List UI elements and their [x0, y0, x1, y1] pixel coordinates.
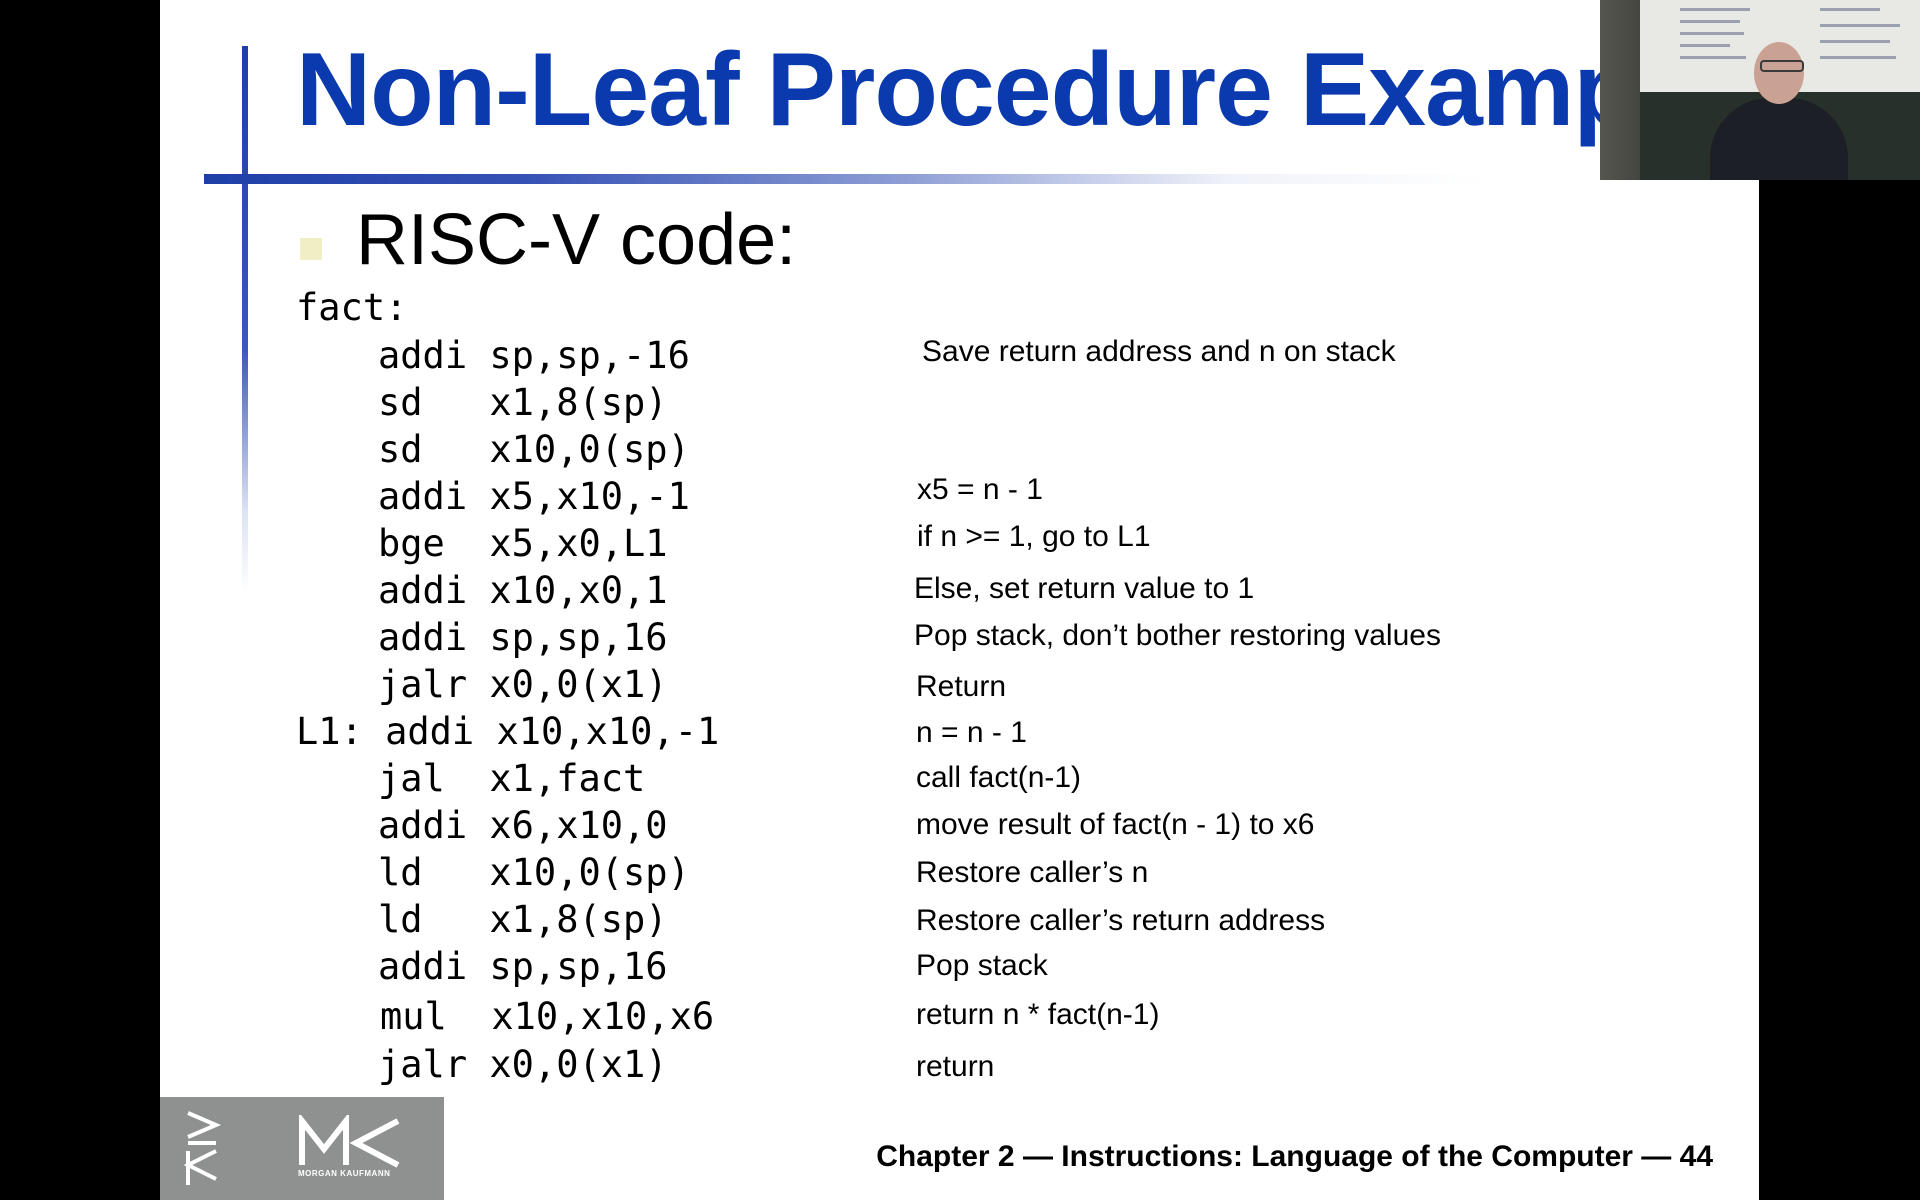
- code-line-5: bge x5,x0,L1: [378, 522, 668, 565]
- comment-line-7: Pop stack, don’t bother restoring values: [914, 619, 1441, 652]
- mk-vertical-icon: [183, 1111, 222, 1185]
- code-line-13: ld x1,8(sp): [378, 898, 668, 941]
- code-line-12: ld x10,0(sp): [378, 851, 690, 894]
- comment-line-4: x5 = n - 1: [917, 473, 1043, 506]
- comment-line-9: n = n - 1: [916, 716, 1027, 749]
- code-line-2: sd x1,8(sp): [378, 381, 668, 424]
- comment-line-12: Restore caller’s n: [916, 856, 1149, 889]
- presenter-head: [1754, 42, 1804, 104]
- comment-line-6: Else, set return value to 1: [914, 572, 1255, 605]
- comment-line-10: call fact(n-1): [916, 761, 1082, 794]
- comment-line-14: Pop stack: [916, 949, 1048, 982]
- comment-line-1: Save return address and n on stack: [922, 335, 1396, 368]
- code-line-1: addi sp,sp,-16: [378, 334, 690, 377]
- code-line-8: jalr x0,0(x1): [378, 663, 668, 706]
- comment-line-8: Return: [916, 670, 1007, 703]
- publisher-logo: MORGAN KAUFMANN: [160, 1097, 444, 1200]
- video-board-text: [1820, 24, 1900, 27]
- comment-line-5: if n >= 1, go to L1: [917, 520, 1151, 553]
- video-board-text: [1820, 8, 1880, 11]
- comment-line-11: move result of fact(n - 1) to x6: [916, 808, 1315, 841]
- bullet-heading: RISC-V code:: [356, 200, 797, 280]
- comment-line-13: Restore caller’s return address: [916, 904, 1326, 937]
- presenter-glasses: [1760, 60, 1804, 72]
- code-line-4: addi x5,x10,-1: [378, 475, 690, 518]
- video-board-text: [1820, 40, 1890, 43]
- code-line-9-text: addi x10,x10,-1: [385, 710, 720, 753]
- code-line-3: sd x10,0(sp): [378, 428, 690, 471]
- code-line-9: L1: addi x10,x10,-1: [296, 713, 719, 750]
- video-board-text: [1680, 32, 1744, 35]
- bullet-square-icon: [300, 238, 322, 260]
- video-board-text: [1680, 56, 1746, 59]
- code-label-fact: fact:: [296, 286, 408, 329]
- code-line-10: jal x1,fact: [378, 757, 646, 800]
- code-line-16: jalr x0,0(x1): [378, 1043, 668, 1086]
- code-line-11: addi x6,x10,0: [378, 804, 668, 847]
- presenter-video: [1600, 0, 1920, 180]
- video-board-text: [1680, 20, 1740, 23]
- title-vertical-rule: [242, 46, 248, 594]
- code-line-15: mul x10,x10,x6: [380, 995, 715, 1038]
- comment-line-15: return n * fact(n-1): [916, 998, 1160, 1031]
- code-line-7: addi sp,sp,16: [378, 616, 668, 659]
- publisher-name: MORGAN KAUFMANN: [298, 1169, 391, 1178]
- video-board-text: [1680, 8, 1750, 11]
- slide-title: Non-Leaf Procedure Exampl: [296, 32, 1665, 148]
- slide-footer: Chapter 2 — Instructions: Language of th…: [876, 1140, 1713, 1173]
- code-line-6: addi x10,x0,1: [378, 569, 668, 612]
- title-underline-rule: [204, 174, 1484, 184]
- code-label-l1: L1:: [296, 710, 386, 753]
- video-board-text: [1820, 56, 1896, 59]
- comment-line-16: return: [916, 1050, 995, 1083]
- slide: Non-Leaf Procedure Exampl RISC-V code: f…: [160, 0, 1759, 1200]
- code-line-14: addi sp,sp,16: [378, 945, 668, 988]
- video-board-text: [1680, 44, 1730, 47]
